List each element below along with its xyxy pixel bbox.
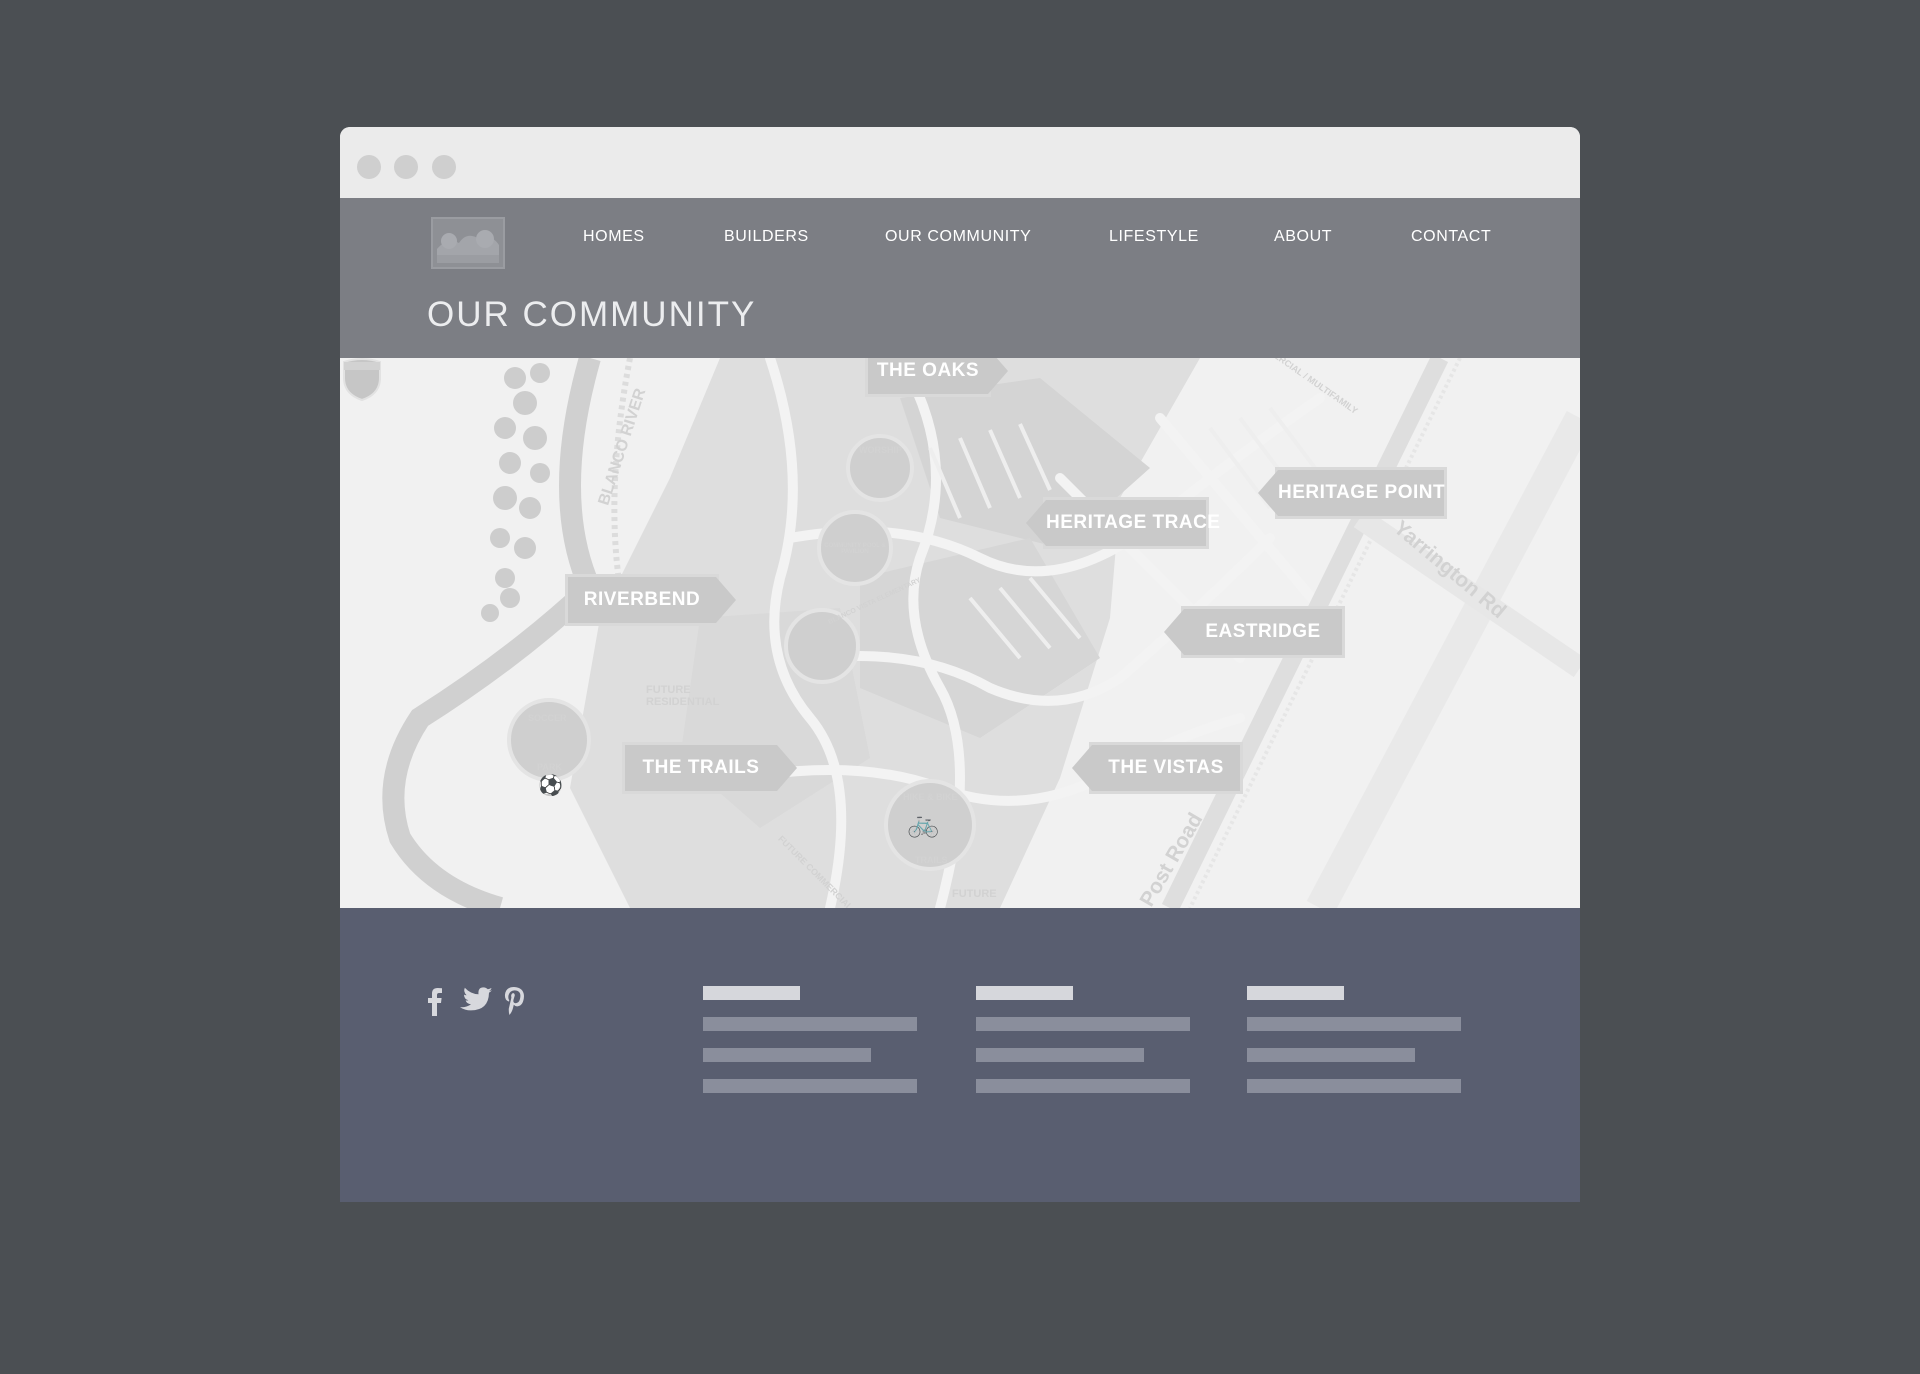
map-label-eastridge[interactable]: EASTRIDGE (1164, 609, 1342, 655)
twitter-icon[interactable] (459, 987, 493, 1015)
worship-label: WORSHIP (859, 445, 903, 455)
minimize-window-button[interactable] (394, 155, 418, 179)
future-label: FUTURE (952, 888, 997, 900)
footer-link-placeholder[interactable] (976, 1048, 1144, 1062)
community-map[interactable]: WORSHIP BLANCO VISTA ELEMENTARY COMMUNIT… (340, 358, 1580, 908)
map-label-heritage-point[interactable]: HERITAGE POINT (1258, 470, 1445, 516)
title-bar (340, 127, 1580, 198)
site-footer (340, 908, 1580, 1202)
footer-heading-placeholder (1247, 986, 1344, 1000)
map-label-riverbend[interactable]: RIVERBEND (568, 577, 736, 623)
nav-builders[interactable]: BUILDERS (724, 228, 809, 246)
bicycle-icon: 🚲 (907, 808, 940, 838)
footer-link-placeholder[interactable] (1247, 1017, 1461, 1031)
soccer-label: SOCCER (528, 713, 567, 723)
nav-about[interactable]: ABOUT (1274, 228, 1332, 246)
nav-contact[interactable]: CONTACT (1411, 228, 1491, 246)
map-label-the-oaks[interactable]: THE OAKS (868, 358, 1008, 394)
hike-bike-label: HIKE & BIKE (903, 792, 958, 802)
footer-link-placeholder[interactable] (976, 1017, 1190, 1031)
nav-our-community[interactable]: OUR COMMUNITY (885, 228, 1031, 246)
footer-link-placeholder[interactable] (703, 1017, 917, 1031)
map-label-heritage-trace[interactable]: HERITAGE TRACE (1026, 500, 1220, 546)
social-links (427, 984, 525, 1018)
site-header: HOMES BUILDERS OUR COMMUNITY LIFESTYLE A… (340, 198, 1580, 358)
footer-column-1 (703, 986, 917, 1110)
nav-lifestyle[interactable]: LIFESTYLE (1109, 228, 1199, 246)
page-title: OUR COMMUNITY (427, 295, 757, 334)
footer-column-2 (976, 986, 1190, 1110)
trails-label: TRAILS (915, 855, 948, 865)
browser-window: HOMES BUILDERS OUR COMMUNITY LIFESTYLE A… (340, 127, 1580, 1202)
map-label-the-trails[interactable]: THE TRAILS (625, 745, 797, 791)
pinterest-icon[interactable] (503, 986, 525, 1016)
close-window-button[interactable] (357, 155, 381, 179)
nav-homes[interactable]: HOMES (583, 228, 645, 246)
main-nav: HOMES BUILDERS OUR COMMUNITY LIFESTYLE A… (340, 228, 1580, 252)
footer-heading-placeholder (976, 986, 1073, 1000)
footer-link-placeholder[interactable] (703, 1079, 917, 1093)
park-label: PARK (537, 762, 562, 772)
footer-link-placeholder[interactable] (1247, 1048, 1415, 1062)
footer-link-placeholder[interactable] (976, 1079, 1190, 1093)
future-residential-label: FUTURE RESIDENTIAL (646, 684, 720, 708)
footer-link-placeholder[interactable] (1247, 1079, 1461, 1093)
map-label-the-vistas[interactable]: THE VISTAS (1072, 745, 1240, 791)
interstate-shield-icon (343, 358, 381, 402)
soccer-ball-icon: ⚽ (538, 775, 563, 797)
facebook-icon[interactable] (427, 986, 443, 1016)
community-pool-label: COMMUNITY POOL & PAVILION (824, 543, 886, 555)
map-illustration (340, 358, 1580, 908)
footer-column-3 (1247, 986, 1461, 1110)
footer-heading-placeholder (703, 986, 800, 1000)
maximize-window-button[interactable] (432, 155, 456, 179)
footer-link-placeholder[interactable] (703, 1048, 871, 1062)
